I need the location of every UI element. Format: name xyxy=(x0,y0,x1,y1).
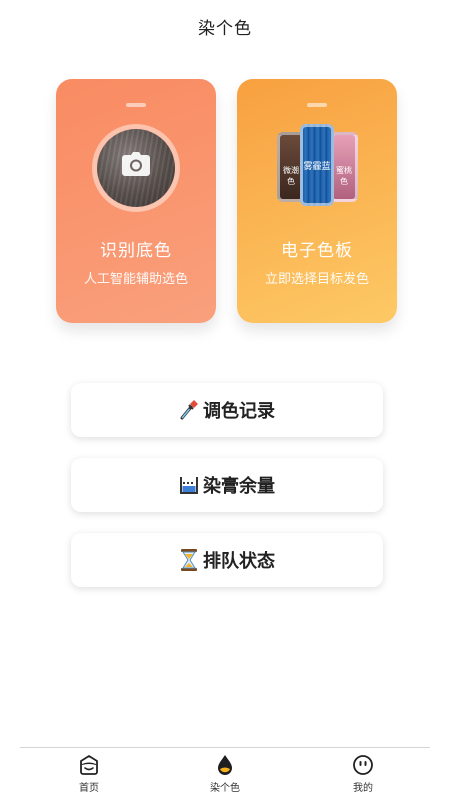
camera-icon xyxy=(122,152,150,176)
hair-photo xyxy=(97,129,175,207)
queue-status-button[interactable]: 排队状态 xyxy=(71,533,383,587)
swatch-pink: 蜜桃色 xyxy=(330,132,358,202)
tab-label: 染个色 xyxy=(210,783,240,794)
card-title: 识别底色 xyxy=(100,241,172,261)
card-subtitle: 立即选择目标发色 xyxy=(264,272,369,287)
dropper-icon xyxy=(180,400,198,420)
card-notch xyxy=(307,103,327,107)
card-notch xyxy=(126,103,146,107)
hourglass-icon xyxy=(181,549,197,571)
screen: 染个色 识别底色 人工智能辅助选色 微潮色 蜜桃色 雾霾蓝 电子色板 立即选择目… xyxy=(0,0,450,800)
color-palette-card[interactable]: 微潮色 蜜桃色 雾霾蓝 电子色板 立即选择目标发色 xyxy=(237,79,397,323)
tab-label: 首页 xyxy=(79,783,99,794)
swatch-blue: 雾霾蓝 xyxy=(300,124,334,206)
page-title: 染个色 xyxy=(198,19,252,39)
profile-face-icon xyxy=(353,755,373,775)
tab-label: 我的 xyxy=(353,783,373,794)
tab-dye[interactable]: 染个色 xyxy=(185,754,265,794)
color-record-button[interactable]: 调色记录 xyxy=(71,383,383,437)
tab-me[interactable]: 我的 xyxy=(323,754,403,794)
dye-stock-button[interactable]: 染膏余量 xyxy=(71,458,383,512)
beaker-icon xyxy=(180,477,198,494)
home-icon xyxy=(80,755,98,775)
swatch-label: 微潮色 xyxy=(283,166,299,186)
bottom-tab-bar: 首页 染个色 我的 xyxy=(20,747,430,800)
tab-home[interactable]: 首页 xyxy=(49,754,129,794)
card-title: 电子色板 xyxy=(281,241,353,261)
swatch-label: 雾霾蓝 xyxy=(303,162,331,172)
identify-base-color-card[interactable]: 识别底色 人工智能辅助选色 xyxy=(56,79,216,323)
swatch-label: 蜜桃色 xyxy=(336,166,352,186)
dye-drop-icon xyxy=(218,755,232,775)
button-label: 调色记录 xyxy=(203,401,275,422)
button-label: 排队状态 xyxy=(203,551,275,572)
card-subtitle: 人工智能辅助选色 xyxy=(83,272,188,287)
hair-photo-frame xyxy=(92,124,180,212)
button-label: 染膏余量 xyxy=(203,476,275,497)
